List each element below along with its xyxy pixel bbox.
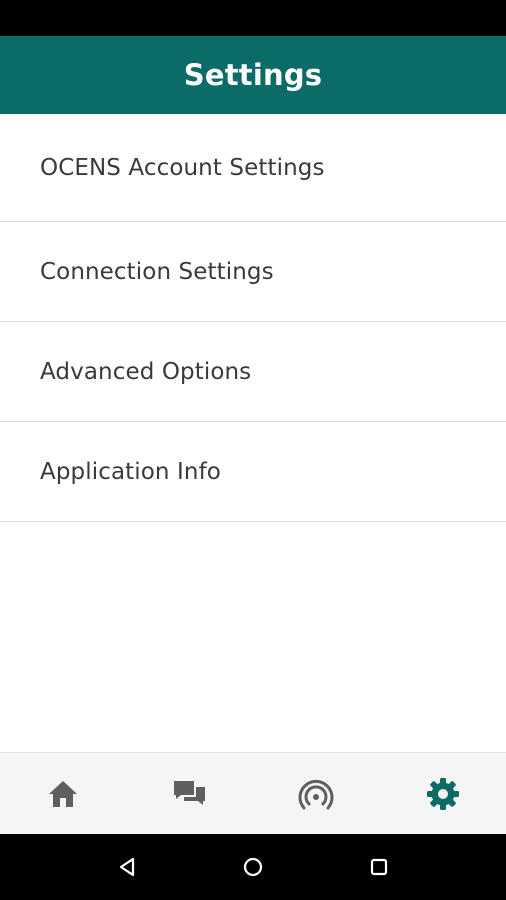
status-bar <box>0 0 506 36</box>
home-button[interactable] <box>223 837 283 897</box>
gear-icon <box>426 777 459 810</box>
page-title: Settings <box>183 58 323 92</box>
settings-item-label: Application Info <box>40 458 221 485</box>
settings-list: OCENS Account Settings Connection Settin… <box>0 114 506 522</box>
bottom-nav <box>0 752 506 834</box>
signal-icon <box>298 779 334 809</box>
home-circle-icon <box>243 857 263 877</box>
home-icon <box>49 780 78 807</box>
nav-tab-home[interactable] <box>0 753 126 835</box>
back-button[interactable] <box>97 837 157 897</box>
system-nav-bar <box>0 834 506 900</box>
nav-tab-signal[interactable] <box>253 753 379 835</box>
chat-icon <box>173 780 205 805</box>
recents-square-icon <box>370 858 388 876</box>
settings-item-label: OCENS Account Settings <box>40 154 325 181</box>
settings-item-label: Connection Settings <box>40 258 274 285</box>
settings-item-advanced-options[interactable]: Advanced Options <box>0 322 506 422</box>
settings-item-application-info[interactable]: Application Info <box>0 422 506 522</box>
settings-item-connection[interactable]: Connection Settings <box>0 222 506 322</box>
settings-item-ocens-account[interactable]: OCENS Account Settings <box>0 114 506 222</box>
recents-button[interactable] <box>349 837 409 897</box>
nav-tab-settings[interactable] <box>380 753 506 835</box>
settings-item-label: Advanced Options <box>40 358 252 385</box>
app-bar: Settings <box>0 36 506 114</box>
back-triangle-icon <box>119 857 135 877</box>
nav-tab-messages[interactable] <box>127 753 253 835</box>
